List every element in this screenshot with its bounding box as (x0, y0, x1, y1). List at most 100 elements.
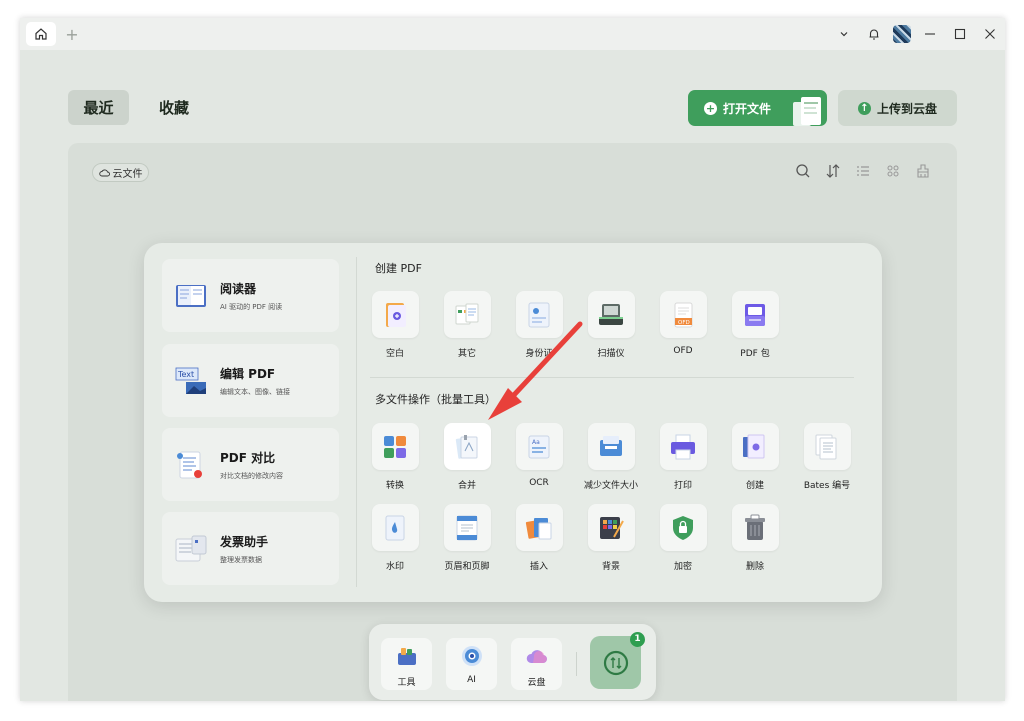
tool-print[interactable]: 打印 (653, 423, 713, 491)
minimize-button[interactable] (915, 18, 945, 50)
tool-id-card-label: 身份证 (525, 349, 553, 359)
upload-icon: ↑ (857, 101, 871, 115)
tool-merge[interactable]: 合并 (437, 423, 497, 491)
list-view-button[interactable] (853, 161, 873, 181)
tool-insert-label: 插入 (529, 562, 548, 572)
svg-text:Text: Text (177, 370, 194, 379)
tool-print-label: 打印 (673, 481, 692, 491)
avatar[interactable] (893, 25, 911, 43)
tool-id-card[interactable]: 身份证 (509, 291, 569, 359)
dock-sync-button[interactable]: 1 (590, 632, 645, 689)
sort-button[interactable] (823, 161, 843, 181)
printer-icon (671, 434, 695, 459)
tool-bates[interactable]: Bates 编号 (797, 423, 857, 491)
tool-ocr-label: OCR (529, 478, 549, 488)
grid-view-icon (887, 165, 899, 177)
shield-lock-icon (673, 515, 693, 540)
tab-favorites[interactable]: 收藏 (144, 90, 204, 125)
tool-compress[interactable]: 减少文件大小 (581, 423, 641, 491)
tool-convert[interactable]: 转换 (365, 423, 425, 491)
header-footer-icon (456, 515, 478, 540)
compare-pdf-subtitle: 对比文档的修改内容 (220, 471, 283, 480)
tool-pdf-package[interactable]: PDF 包 (725, 291, 785, 359)
dock-ai[interactable]: AI (446, 638, 497, 690)
cloud-files-chip[interactable]: 云文件 (92, 163, 149, 182)
main-content: 最近 收藏 + 打开文件 ↑ 上传到云盘 云文件 阅读器 AI 驱动的 PDF … (20, 50, 1005, 701)
tool-blank[interactable]: 空白 (365, 291, 425, 359)
sync-count-badge: 1 (630, 632, 645, 647)
notification-button[interactable] (859, 18, 889, 50)
tool-ofd-label: OFD (673, 346, 693, 356)
sort-icon (826, 164, 840, 178)
tool-scanner[interactable]: 扫描仪 (581, 291, 641, 359)
compare-pdf-card[interactable]: PDF 对比 对比文档的修改内容 (162, 428, 339, 501)
dock-cloud-label: 云盘 (527, 678, 546, 688)
tool-scanner-label: 扫描仪 (597, 349, 625, 359)
tool-ocr[interactable]: Aa OCR (509, 423, 569, 488)
dock-tools[interactable]: 工具 (381, 638, 432, 690)
dock-cloud[interactable]: 云盘 (511, 638, 562, 690)
svg-text:OFD: OFD (678, 320, 690, 326)
maximize-button[interactable] (945, 18, 975, 50)
bottom-dock: 工具 AI 云盘 1 (369, 624, 656, 700)
tool-background[interactable]: 背景 (581, 504, 641, 572)
compare-icon (177, 451, 202, 478)
grid-view-button[interactable] (883, 161, 903, 181)
blank-page-icon (386, 302, 406, 327)
svg-text:Aa: Aa (532, 439, 540, 446)
tools-overlay: 阅读器 AI 驱动的 PDF 阅读 Text 编辑 PDF 编辑文本、图像、链接 P… (144, 243, 882, 602)
app-window: + 最近 收藏 + 打开文件 ↑ 上传到云盘 云文件 阅读器 AI 驱动的 PD… (20, 18, 1005, 701)
watermark-icon (385, 515, 405, 540)
tool-encrypt[interactable]: 加密 (653, 504, 713, 572)
home-icon (35, 28, 47, 40)
tool-delete-label: 删除 (745, 562, 764, 572)
invoice-subtitle: 整理发票数据 (220, 555, 262, 564)
dock-separator (576, 652, 577, 676)
vertical-divider (356, 257, 357, 587)
ofd-icon: OFD (674, 302, 693, 327)
tool-create[interactable]: 创建 (725, 423, 785, 491)
minimize-icon (925, 33, 935, 35)
edit-pdf-card[interactable]: Text 编辑 PDF 编辑文本、图像、链接 (162, 344, 339, 417)
upload-cloud-button[interactable]: ↑ 上传到云盘 (838, 90, 957, 126)
invoice-icon (175, 535, 207, 561)
plus-circle-icon: + (704, 101, 717, 115)
bates-number-icon (815, 434, 837, 459)
tool-header-footer[interactable]: 页眉和页脚 (437, 504, 497, 572)
tool-merge-label: 合并 (457, 481, 476, 491)
edit-pdf-subtitle: 编辑文本、图像、链接 (220, 387, 290, 396)
section-divider (370, 377, 854, 378)
dock-ai-label: AI (467, 675, 476, 685)
open-file-button[interactable]: + 打开文件 (688, 90, 827, 126)
ocr-icon: Aa (528, 435, 550, 458)
insert-pages-icon (525, 517, 552, 539)
dock-tools-label: 工具 (397, 678, 416, 688)
chevron-down-icon (840, 32, 848, 37)
tool-background-label: 背景 (601, 562, 620, 572)
tool-ofd[interactable]: OFD OFD (653, 291, 713, 356)
invoice-title: 发票助手 (220, 534, 269, 549)
trash-icon (745, 514, 765, 540)
tool-insert[interactable]: 插入 (509, 504, 569, 572)
add-tab-button[interactable]: + (64, 22, 80, 46)
close-button[interactable] (975, 18, 1005, 50)
search-button[interactable] (793, 161, 813, 181)
tool-watermark[interactable]: 水印 (365, 504, 425, 572)
toolbox-icon (397, 648, 416, 665)
upload-cloud-label: 上传到云盘 (876, 101, 937, 116)
clean-button[interactable] (913, 161, 933, 181)
multi-file-heading: 多文件操作（批量工具） (375, 393, 496, 406)
tool-delete[interactable]: 删除 (725, 504, 785, 572)
cloud-files-label: 云文件 (112, 169, 143, 180)
home-tab[interactable] (26, 22, 56, 46)
tool-encrypt-label: 加密 (673, 562, 692, 572)
reader-card[interactable]: 阅读器 AI 驱动的 PDF 阅读 (162, 259, 339, 332)
search-icon (796, 164, 810, 178)
broom-icon (917, 164, 929, 178)
background-icon (600, 516, 624, 539)
create-doc-icon (743, 434, 765, 458)
invoice-card[interactable]: 发票助手整理发票数据 (162, 512, 339, 585)
tool-other[interactable]: 其它 (437, 291, 497, 359)
dropdown-button[interactable] (829, 18, 859, 50)
tab-recent[interactable]: 最近 (68, 90, 129, 125)
